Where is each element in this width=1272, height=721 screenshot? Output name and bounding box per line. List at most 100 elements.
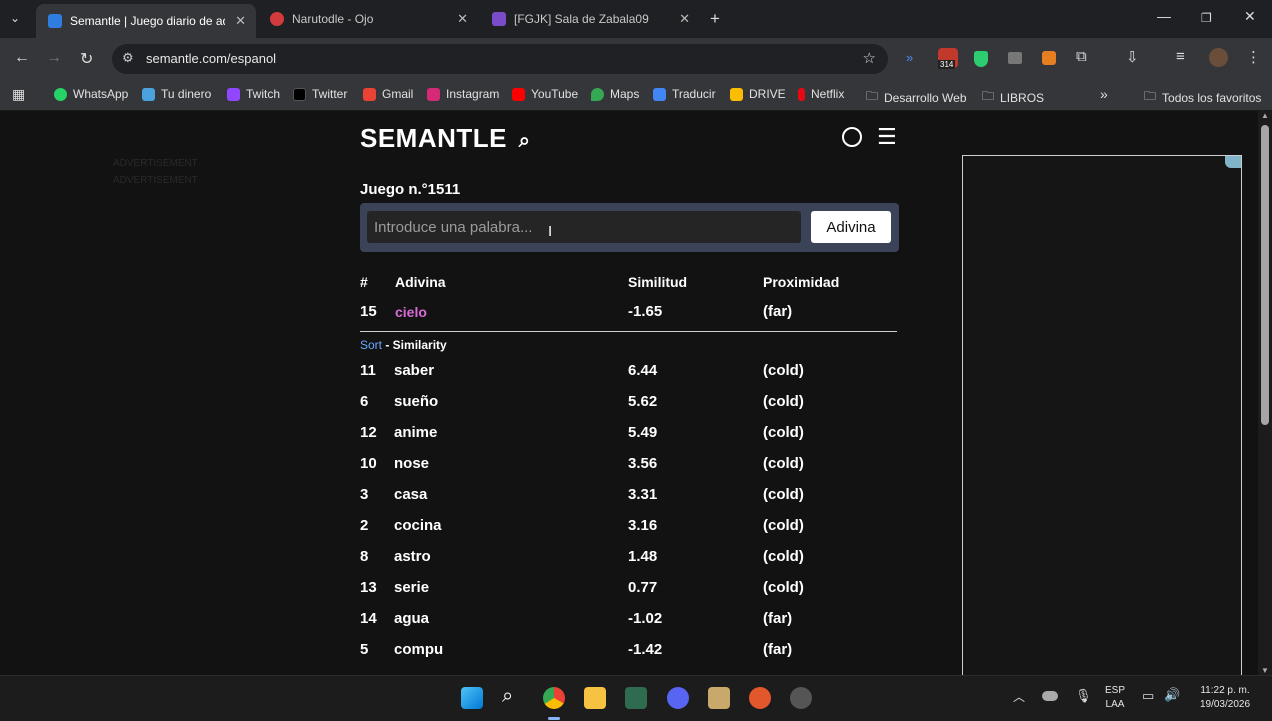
chrome-icon[interactable]	[543, 687, 565, 709]
bookmark-twitter[interactable]: Twitter	[293, 87, 347, 101]
apps-grid-icon[interactable]: ▦	[12, 86, 25, 103]
new-tab-button[interactable]: +	[710, 9, 720, 29]
user-account-icon[interactable]	[842, 127, 862, 147]
guess-similarity: -1.02	[628, 610, 663, 627]
network-icon[interactable]: ▭	[1142, 688, 1154, 704]
ad-frame	[962, 155, 1242, 675]
scroll-down-icon[interactable]: ▼	[1261, 666, 1269, 675]
address-bar[interactable]: ⚙ semantle.com/espanol ☆	[112, 44, 888, 74]
guess-similarity: 5.49	[628, 424, 658, 441]
bookmark-star-icon[interactable]: ☆	[863, 49, 876, 67]
bookmark-label: Instagram	[446, 87, 500, 101]
forward-icon[interactable]: →	[46, 49, 62, 67]
guess-word: saber	[394, 362, 435, 379]
guess-num: 3	[360, 486, 369, 503]
site-info-icon[interactable]: ⚙	[122, 50, 134, 66]
guess-proximity: (cold)	[763, 393, 804, 410]
windows-start-icon[interactable]	[461, 687, 483, 709]
scroll-thumb[interactable]	[1261, 125, 1269, 425]
guess-button[interactable]: Adivina	[811, 211, 891, 243]
advertisement-label: ADVERTISEMENT	[113, 158, 198, 169]
extension-dark-reader-icon[interactable]: »	[906, 50, 913, 65]
semantle-logo[interactable]: SEMANTLE ⌕	[360, 123, 530, 154]
shield-icon[interactable]	[974, 51, 988, 67]
guess-word: astro	[394, 548, 431, 565]
guess-similarity: -1.42	[628, 641, 663, 658]
x-twitter-icon	[293, 87, 306, 101]
guess-similarity: -1.65	[628, 303, 663, 320]
onedrive-icon[interactable]	[1042, 691, 1058, 701]
close-window-icon[interactable]: ✕	[1244, 8, 1256, 25]
bookmark-folder-desarrollo-web[interactable]: 🗀 Desarrollo Web	[866, 87, 967, 108]
bookmark-label: Traducir	[672, 87, 716, 101]
bookmark-label: Twitter	[312, 87, 348, 101]
tab-semantle[interactable]: Semantle | Juego diario de adivinanza ✕	[36, 4, 256, 38]
download-icon[interactable]: ⇩	[1126, 48, 1139, 66]
tab-title: Narutodle - Ojo	[292, 12, 374, 26]
puzzle-icon[interactable]: ⧉	[1076, 48, 1087, 65]
language-indicator[interactable]: ESP LAA	[1100, 685, 1130, 710]
profile-avatar[interactable]	[1209, 48, 1228, 67]
all-bookmarks-folder[interactable]: 🗀 Todos los favoritos	[1144, 87, 1261, 108]
tab-narutodle[interactable]: Narutodle - Ojo ✕	[258, 4, 478, 34]
close-tab-icon[interactable]: ✕	[457, 11, 468, 27]
media-control-icon[interactable]: ≡	[1176, 48, 1185, 65]
file-explorer-icon[interactable]	[584, 687, 606, 709]
microphone-app-icon[interactable]	[749, 687, 771, 709]
search-icon[interactable]: ⌕	[502, 685, 513, 708]
guess-proximity: (far)	[763, 610, 793, 627]
hamburger-menu-icon[interactable]: ☰	[877, 126, 897, 148]
app-green-icon[interactable]	[625, 687, 647, 709]
bookmark-twitch[interactable]: Twitch	[227, 87, 280, 101]
gmail-icon	[363, 87, 376, 101]
extension-badge-icon[interactable]: 314	[938, 48, 958, 69]
close-tab-icon[interactable]: ✕	[235, 13, 246, 29]
microphone-tray-icon[interactable]: 🎙	[1075, 688, 1092, 704]
tray-chevron-icon[interactable]: ︿	[1013, 688, 1025, 705]
tab-fgjk[interactable]: [FGJK] Sala de Zabala09 ✕	[480, 4, 700, 34]
guess-similarity: 3.56	[628, 455, 658, 472]
volume-icon[interactable]: 🔊	[1164, 687, 1180, 703]
guess-proximity: (far)	[763, 641, 793, 658]
guess-input[interactable]	[367, 211, 801, 243]
col-header-similarity[interactable]: Similitud	[628, 274, 687, 290]
bookmark-folder-libros[interactable]: 🗀 LIBROS	[982, 87, 1044, 108]
extension-fox-icon[interactable]	[1042, 51, 1056, 65]
extension-icon[interactable]	[1008, 52, 1022, 64]
bookmark-drive[interactable]: DRIVE	[730, 87, 786, 101]
scroll-up-icon[interactable]: ▲	[1261, 111, 1269, 120]
bookmark-netflix[interactable]: Netflix	[798, 87, 844, 101]
more-bookmarks-icon[interactable]: »	[1100, 86, 1108, 102]
bookmark-label: Todos los favoritos	[1162, 90, 1262, 105]
col-header-proximity[interactable]: Proximidad	[763, 274, 839, 290]
tab-search-button[interactable]: ⌄	[10, 11, 20, 25]
col-header-guess: Adivina	[395, 274, 446, 290]
clock[interactable]: 11:22 p. m. 19/03/2026	[1190, 685, 1260, 710]
bookmark-traducir[interactable]: Traducir	[653, 87, 716, 101]
guess-num: 10	[360, 455, 377, 472]
game-launcher-icon[interactable]	[708, 687, 730, 709]
bookmark-maps[interactable]: Maps	[591, 87, 639, 101]
minimize-icon[interactable]: —	[1157, 8, 1171, 24]
page-scrollbar[interactable]: ▲ ▼	[1258, 111, 1272, 675]
language-code: ESP	[1104, 685, 1125, 696]
bookmark-instagram[interactable]: Instagram	[427, 87, 499, 101]
menu-icon[interactable]: ⋮	[1246, 48, 1261, 66]
sort-link[interactable]: Sort	[360, 338, 382, 352]
folder-icon: 🗀	[982, 89, 995, 103]
guess-num: 2	[360, 517, 369, 534]
app-circle-icon[interactable]	[790, 687, 812, 709]
folder-icon: 🗀	[1144, 89, 1157, 103]
bookmark-youtube[interactable]: YouTube	[512, 87, 578, 101]
bookmark-gmail[interactable]: Gmail	[363, 87, 413, 101]
youtube-icon	[512, 87, 525, 101]
discord-icon[interactable]	[667, 687, 689, 709]
bookmark-tu-dinero[interactable]: Tu dinero	[142, 87, 211, 101]
restore-icon[interactable]: ❐	[1201, 11, 1212, 25]
bookmark-whatsapp[interactable]: WhatsApp	[54, 87, 128, 101]
reload-icon[interactable]: ↻	[80, 49, 93, 69]
guess-word: casa	[394, 486, 428, 503]
back-icon[interactable]: ←	[14, 49, 30, 67]
ad-choices-icon[interactable]	[1225, 156, 1241, 168]
close-tab-icon[interactable]: ✕	[679, 11, 690, 27]
